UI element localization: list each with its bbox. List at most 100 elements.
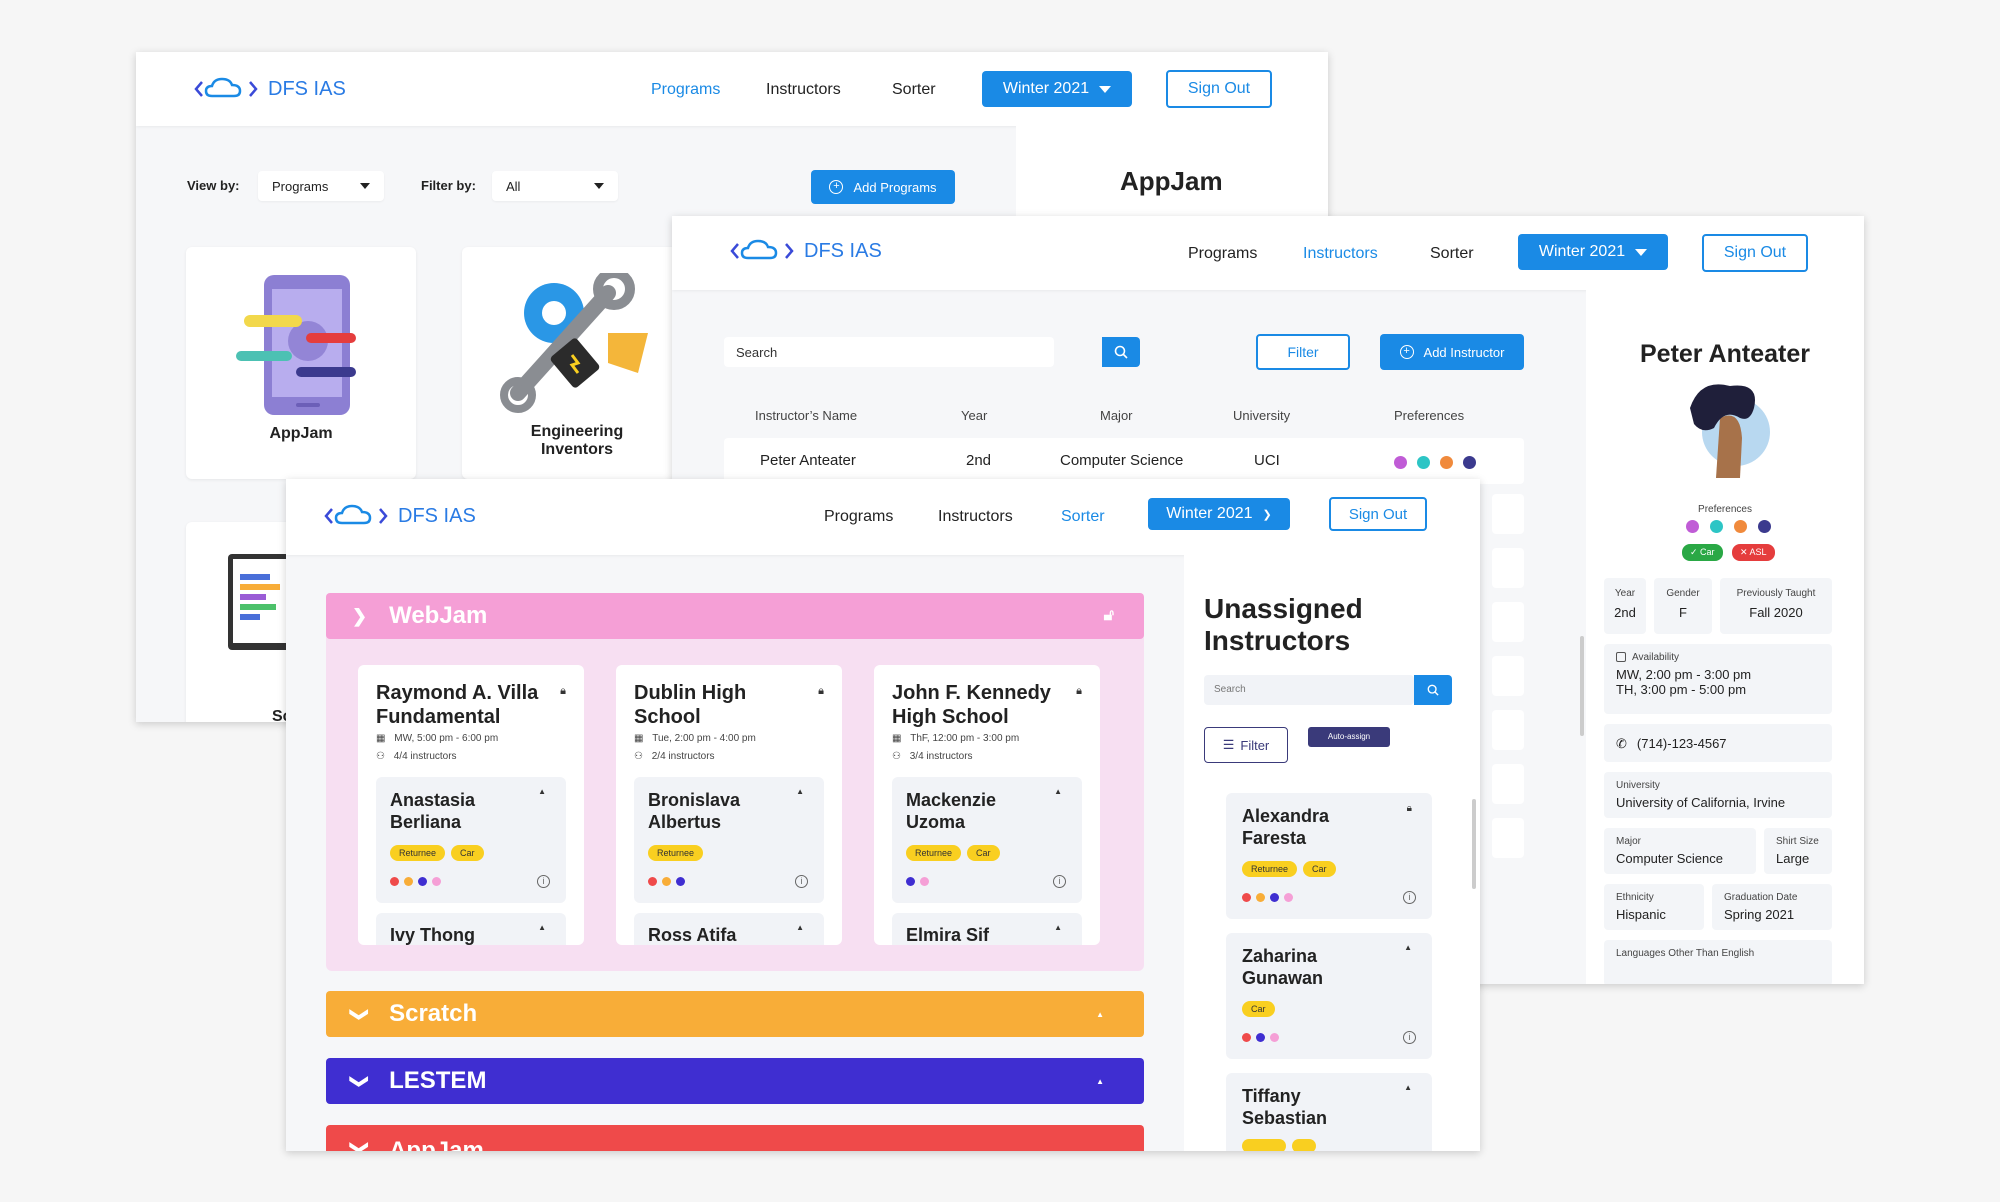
nav-instructors[interactable]: Instructors <box>766 81 841 99</box>
auto-assign-button[interactable]: Auto-assign <box>1308 727 1390 747</box>
search-button[interactable] <box>1102 337 1140 367</box>
col-university: University <box>1233 408 1291 423</box>
instructor-card[interactable]: Alexandra Faresta 🔒︎ Returnee Car i <box>1226 793 1432 919</box>
program-bar-webjam[interactable]: ❯ WebJam 🔓︎ <box>326 593 1144 639</box>
lock-icon[interactable]: 🔒︎ <box>818 685 824 698</box>
chevron-down-icon <box>1099 85 1112 93</box>
availability-label: Availability <box>1616 652 1820 663</box>
lock-icon[interactable]: ▲ <box>538 923 546 932</box>
term-dropdown[interactable]: Winter 2021 <box>1518 234 1668 270</box>
ethnicity-box: Ethnicity Hispanic <box>1604 884 1704 930</box>
lock-icon[interactable]: ▲ <box>1404 943 1412 952</box>
table-row[interactable]: Peter Anteater 2nd Computer Science UCI <box>724 438 1524 484</box>
search-icon <box>1114 345 1128 359</box>
major-label: Major <box>1616 836 1642 847</box>
lock-icon[interactable]: ▲ <box>796 923 804 932</box>
preferences-label: Preferences <box>1698 504 1752 515</box>
lock-icon: ▲ <box>1096 1009 1104 1019</box>
nav-programs[interactable]: Programs <box>824 508 893 526</box>
nav-programs[interactable]: Programs <box>651 81 720 99</box>
lock-icon[interactable]: 🔒︎ <box>1407 803 1412 814</box>
tag-car: Car <box>1242 1001 1275 1017</box>
filter-icon: ☰ <box>1222 737 1235 752</box>
search-placeholder: Search <box>736 345 778 360</box>
info-icon[interactable]: i <box>1053 875 1066 888</box>
calendar-icon: ▦ <box>376 733 389 744</box>
scrollbar[interactable] <box>1580 636 1584 736</box>
lock-icon[interactable]: ▲ <box>538 787 546 796</box>
instructor-card[interactable]: Bronislava Albertus ▲ Returnee i <box>634 777 824 903</box>
instructor-name: Bronislava Albertus <box>648 790 741 832</box>
logo[interactable]: DFS IAS <box>324 503 476 529</box>
preference-dot <box>906 877 915 886</box>
preference-dots <box>1242 1033 1279 1042</box>
nav-programs[interactable]: Programs <box>1188 245 1257 263</box>
program-bar-scratch[interactable]: ❯ Scratch ▲ <box>326 991 1144 1037</box>
year-box: Year 2nd <box>1604 578 1646 634</box>
search-input[interactable]: Search <box>1204 675 1414 705</box>
phone-icon: ✆ <box>1616 736 1627 751</box>
instructor-card[interactable]: Ross Atifa ▲ <box>634 913 824 945</box>
lock-icon[interactable]: 🔒︎ <box>560 685 566 698</box>
filter-by-select[interactable]: All <box>492 171 618 201</box>
sign-out-button[interactable]: Sign Out <box>1166 70 1272 108</box>
term-dropdown[interactable]: Winter 2021 ❯ <box>1148 498 1290 530</box>
brand-name: DFS IAS <box>804 239 882 262</box>
info-icon[interactable]: i <box>795 875 808 888</box>
graduation-date-box: Graduation Date Spring 2021 <box>1712 884 1832 930</box>
scrollbar[interactable] <box>1472 799 1476 889</box>
nav-sorter[interactable]: Sorter <box>892 81 936 99</box>
table-row-stub-bar <box>1492 710 1524 750</box>
row-university: UCI <box>1254 452 1280 469</box>
search-input[interactable]: Search <box>724 337 1054 367</box>
nav-sorter[interactable]: Sorter <box>1430 245 1474 263</box>
logo[interactable]: DFS IAS <box>730 238 882 264</box>
sign-out-button[interactable]: Sign Out <box>1329 497 1427 531</box>
lock-icon[interactable]: ▲ <box>1054 923 1062 932</box>
tag-list: Returnee Car <box>390 843 490 861</box>
program-name: WebJam <box>389 602 488 629</box>
view-by-select[interactable]: Programs <box>258 171 384 201</box>
add-programs-button[interactable]: + Add Programs <box>811 170 955 204</box>
program-bar-appjam[interactable]: ❯ AppJam <box>326 1125 1144 1151</box>
nav-instructors[interactable]: Instructors <box>1303 245 1378 263</box>
nav-sorter[interactable]: Sorter <box>1061 508 1105 526</box>
plus-circle-icon: + <box>1399 345 1414 359</box>
lock-icon[interactable]: 🔒︎ <box>1076 685 1082 698</box>
instructor-card[interactable]: Ivy Thong ▲ <box>376 913 566 945</box>
sign-out-button[interactable]: Sign Out <box>1702 234 1808 272</box>
program-card-engineering[interactable]: Engineering Inventors <box>462 247 692 479</box>
info-icon[interactable]: i <box>537 875 550 888</box>
instructor-card[interactable]: Anastasia Berliana ▲ Returnee Car i <box>376 777 566 903</box>
instructor-card[interactable]: Elmira Sif ▲ <box>892 913 1082 945</box>
instructor-card[interactable]: Tiffany Sebastian ▲ <box>1226 1073 1432 1151</box>
view-by-label: View by: <box>187 178 240 193</box>
filter-button[interactable]: ☰ Filter <box>1204 727 1288 763</box>
add-instructor-button[interactable]: + Add Instructor <box>1380 334 1524 370</box>
logo[interactable]: DFS IAS <box>194 76 346 102</box>
instructor-card[interactable]: Zaharina Gunawan ▲ Car i <box>1226 933 1432 1059</box>
gender-box: Gender F <box>1654 578 1712 634</box>
info-icon[interactable]: i <box>1403 1031 1416 1044</box>
filter-button[interactable]: Filter <box>1256 334 1350 370</box>
info-icon[interactable]: i <box>1403 891 1416 904</box>
school-time-text: Tue, 2:00 pm - 4:00 pm <box>652 733 756 744</box>
chevron-down-icon: ❯ <box>350 1073 371 1089</box>
preference-dot <box>1256 1033 1265 1042</box>
lock-icon[interactable]: ▲ <box>1404 1083 1412 1092</box>
gear-wrench-icon <box>500 273 648 413</box>
instructor-card[interactable]: Mackenzie Uzoma ▲ Returnee Car i <box>892 777 1082 903</box>
instructor-name: Anastasia Berliana <box>390 790 476 832</box>
term-dropdown[interactable]: Winter 2021 <box>982 71 1132 107</box>
lock-icon[interactable]: ▲ <box>1054 787 1062 796</box>
add-programs-label: Add Programs <box>853 179 937 195</box>
search-button[interactable] <box>1414 675 1452 705</box>
school-time-text: ThF, 12:00 pm - 3:00 pm <box>910 733 1020 744</box>
lock-icon[interactable]: ▲ <box>796 787 804 796</box>
program-bar-lestem[interactable]: ❯ LESTEM ▲ <box>326 1058 1144 1104</box>
col-preferences: Preferences <box>1394 408 1465 423</box>
nav-instructors[interactable]: Instructors <box>938 508 1013 526</box>
program-card-appjam[interactable]: AppJam <box>186 247 416 479</box>
school-time: ▦ ThF, 12:00 pm - 3:00 pm <box>892 733 1019 744</box>
graduation-date-label: Graduation Date <box>1724 892 1798 903</box>
